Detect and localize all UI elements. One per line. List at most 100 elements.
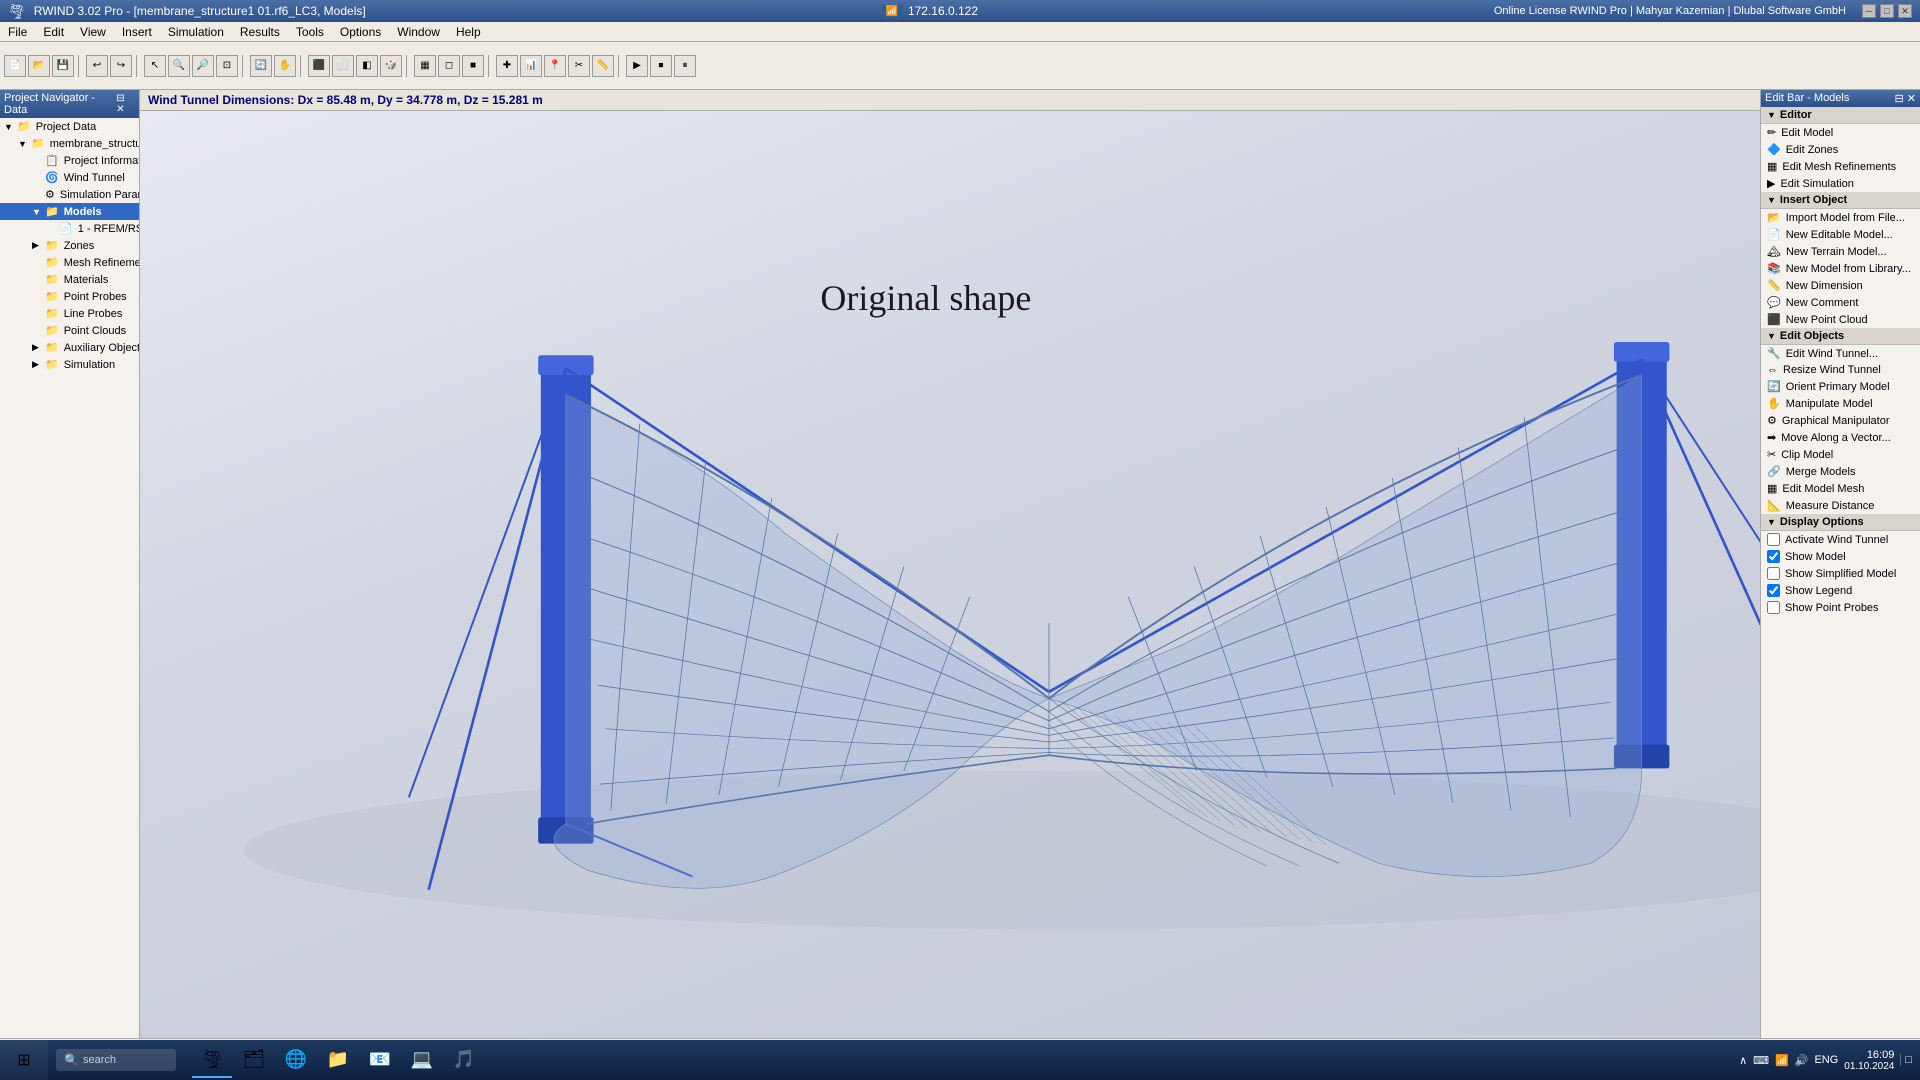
toolbar-redo[interactable]: ↪ xyxy=(110,55,132,77)
toolbar-wire[interactable]: ◻ xyxy=(438,55,460,77)
panel-item-1-2[interactable]: 🏔New Terrain Model... xyxy=(1761,243,1920,260)
panel-icon-0-2: ▦ xyxy=(1767,160,1777,173)
section-collapse-2[interactable]: ▼ xyxy=(1767,331,1776,341)
tree-item-0[interactable]: ▼📁Project Data xyxy=(0,118,139,135)
panel-item-2-9[interactable]: 📐Measure Distance xyxy=(1761,497,1920,514)
taskbar-app-rwind[interactable]: 🌪 xyxy=(192,1042,232,1078)
viewport-3d[interactable]: Original shape xyxy=(140,111,1760,1035)
menu-file[interactable]: File xyxy=(0,23,35,41)
panel-item-2-5[interactable]: ➡Move Along a Vector... xyxy=(1761,429,1920,446)
tree-item-8[interactable]: 📁Mesh Refinements xyxy=(0,254,139,271)
toolbar-probe[interactable]: 📍 xyxy=(544,55,566,77)
toolbar-undo[interactable]: ↩ xyxy=(86,55,108,77)
clock[interactable]: 16:09 01.10.2024 xyxy=(1844,1049,1894,1072)
menu-view[interactable]: View xyxy=(72,23,114,41)
panel-item-1-6[interactable]: ⬛New Point Cloud xyxy=(1761,311,1920,328)
tree-item-12[interactable]: 📁Point Clouds xyxy=(0,322,139,339)
panel-item-2-3[interactable]: ✋Manipulate Model xyxy=(1761,395,1920,412)
taskbar-app-edge[interactable]: 🌐 xyxy=(276,1042,316,1078)
toolbar-fit[interactable]: ⊡ xyxy=(216,55,238,77)
toolbar-open[interactable]: 📂 xyxy=(28,55,50,77)
tree-item-9[interactable]: 📁Materials xyxy=(0,271,139,288)
toolbar-view-top[interactable]: ⬜ xyxy=(332,55,354,77)
maximize-button[interactable]: □ xyxy=(1880,4,1894,18)
toolbar-sim-play[interactable]: ▶ xyxy=(626,55,648,77)
toolbar-zoom-in[interactable]: 🔍 xyxy=(168,55,190,77)
tray-arrow[interactable]: ∧ xyxy=(1739,1054,1747,1067)
tree-item-6[interactable]: 📄1 - RFEM/RSTAB Mo xyxy=(0,220,139,237)
menu-results[interactable]: Results xyxy=(232,23,288,41)
panel-item-2-4[interactable]: ⚙Graphical Manipulator xyxy=(1761,412,1920,429)
toolbar-axis[interactable]: ✚ xyxy=(496,55,518,77)
taskbar-app-explorer[interactable]: 🗂 xyxy=(234,1042,274,1078)
toolbar-rotate[interactable]: 🔄 xyxy=(250,55,272,77)
panel-item-2-6[interactable]: ✂Clip Model xyxy=(1761,446,1920,463)
tree-item-7[interactable]: ▶📁Zones xyxy=(0,237,139,254)
toolbar-legend[interactable]: 📊 xyxy=(520,55,542,77)
toolbar-measure[interactable]: 📏 xyxy=(592,55,614,77)
panel-item-1-4[interactable]: 📏New Dimension xyxy=(1761,277,1920,294)
menu-window[interactable]: Window xyxy=(389,23,448,41)
checkbox-3-4[interactable] xyxy=(1767,601,1780,614)
start-button[interactable]: ⊞ xyxy=(0,1040,48,1080)
tree-item-10[interactable]: 📁Point Probes xyxy=(0,288,139,305)
checkbox-3-0[interactable] xyxy=(1767,533,1780,546)
panel-item-2-7[interactable]: 🔗Merge Models xyxy=(1761,463,1920,480)
panel-item-2-8[interactable]: ▦Edit Model Mesh xyxy=(1761,480,1920,497)
toolbar-new[interactable]: 📄 xyxy=(4,55,26,77)
toolbar-view-front[interactable]: ⬛ xyxy=(308,55,330,77)
close-button[interactable]: ✕ xyxy=(1898,4,1912,18)
panel-item-1-3[interactable]: 📚New Model from Library... xyxy=(1761,260,1920,277)
panel-item-0-0[interactable]: ✏Edit Model xyxy=(1761,124,1920,141)
panel-item-1-0[interactable]: 📂Import Model from File... xyxy=(1761,209,1920,226)
menu-insert[interactable]: Insert xyxy=(114,23,160,41)
panel-item-0-2[interactable]: ▦Edit Mesh Refinements xyxy=(1761,158,1920,175)
menu-help[interactable]: Help xyxy=(448,23,489,41)
tree-item-13[interactable]: ▶📁Auxiliary Objects xyxy=(0,339,139,356)
toolbar-select[interactable]: ↖ xyxy=(144,55,166,77)
section-collapse-0[interactable]: ▼ xyxy=(1767,110,1776,120)
tree-item-11[interactable]: 📁Line Probes xyxy=(0,305,139,322)
panel-item-2-2[interactable]: 🔄Orient Primary Model xyxy=(1761,378,1920,395)
show-desktop[interactable]: □ xyxy=(1900,1054,1912,1066)
toolbar-mesh[interactable]: ▦ xyxy=(414,55,436,77)
checkbox-3-2[interactable] xyxy=(1767,567,1780,580)
toolbar-view-3d[interactable]: 🎲 xyxy=(380,55,402,77)
toolbar-save[interactable]: 💾 xyxy=(52,55,74,77)
taskbar-app-mail[interactable]: 📧 xyxy=(360,1042,400,1078)
toolbar-pan[interactable]: ✋ xyxy=(274,55,296,77)
tree-item-2[interactable]: 📋Project Information xyxy=(0,152,139,169)
tree-item-1[interactable]: ▼📁membrane_structure1 xyxy=(0,135,139,152)
tree-item-14[interactable]: ▶📁Simulation xyxy=(0,356,139,373)
taskbar-app-misc2[interactable]: 🎵 xyxy=(444,1042,484,1078)
section-collapse-3[interactable]: ▼ xyxy=(1767,517,1776,527)
taskbar-app-misc1[interactable]: 💻 xyxy=(402,1042,442,1078)
panel-item-0-3[interactable]: ▶Edit Simulation xyxy=(1761,175,1920,192)
toolbar-cut[interactable]: ✂ xyxy=(568,55,590,77)
panel-item-2-0[interactable]: 🔧Edit Wind Tunnel... xyxy=(1761,345,1920,362)
checkbox-3-1[interactable] xyxy=(1767,550,1780,563)
panel-item-2-1[interactable]: ⇔Resize Wind Tunnel xyxy=(1761,362,1920,378)
checkbox-3-3[interactable] xyxy=(1767,584,1780,597)
menu-simulation[interactable]: Simulation xyxy=(160,23,232,41)
tree-item-3[interactable]: 🌀Wind Tunnel xyxy=(0,169,139,186)
menu-tools[interactable]: Tools xyxy=(288,23,332,41)
toolbar-zoom-out[interactable]: 🔎 xyxy=(192,55,214,77)
minimize-button[interactable]: ─ xyxy=(1862,4,1876,18)
panel-item-1-1[interactable]: 📄New Editable Model... xyxy=(1761,226,1920,243)
tree-item-5[interactable]: ▼📁Models xyxy=(0,203,139,220)
menu-options[interactable]: Options xyxy=(332,23,389,41)
section-collapse-1[interactable]: ▼ xyxy=(1767,195,1776,205)
toolbar-sim-pause[interactable]: ⏸ xyxy=(674,55,696,77)
taskbar-app-files[interactable]: 📁 xyxy=(318,1042,358,1078)
tree-item-4[interactable]: ⚙Simulation Parameters xyxy=(0,186,139,203)
toolbar-sim-stop[interactable]: ⏹ xyxy=(650,55,672,77)
panel-icon-1-2: 🏔 xyxy=(1767,245,1781,258)
panel-item-0-1[interactable]: 🔷Edit Zones xyxy=(1761,141,1920,158)
viewport[interactable]: Wind Tunnel Dimensions: Dx = 85.48 m, Dy… xyxy=(140,90,1760,1038)
search-bar[interactable]: 🔍 search xyxy=(48,1049,184,1071)
toolbar-view-side[interactable]: ◧ xyxy=(356,55,378,77)
toolbar-solid[interactable]: ■ xyxy=(462,55,484,77)
menu-edit[interactable]: Edit xyxy=(35,23,72,41)
panel-item-1-5[interactable]: 💬New Comment xyxy=(1761,294,1920,311)
